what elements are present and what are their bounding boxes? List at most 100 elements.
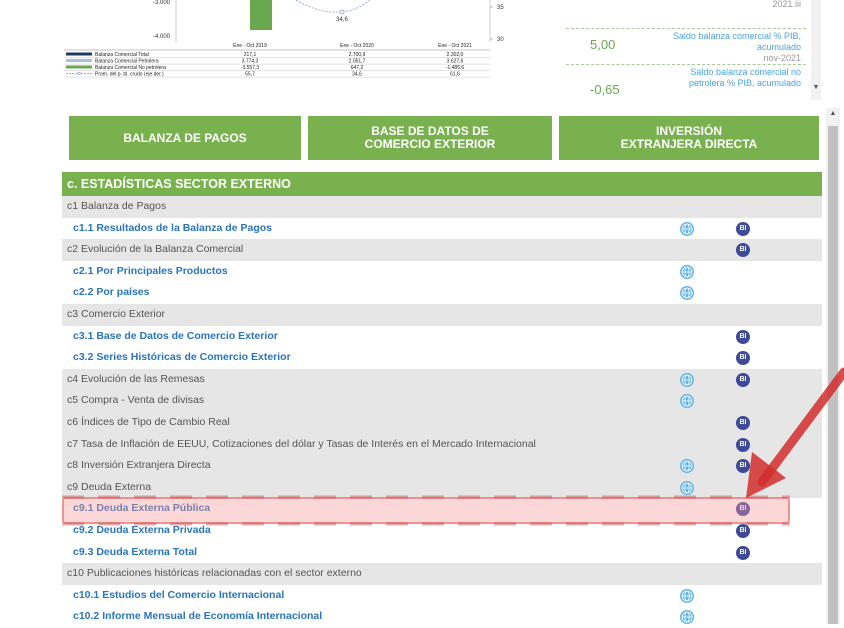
legend-entry: Balanza Comercial Total (95, 52, 149, 58)
legend-value: 3.627,6 (447, 59, 464, 65)
page-scrollbar[interactable]: ▲ (826, 108, 840, 624)
power-bi-icon[interactable]: BI (736, 221, 750, 236)
button-label-line: INVERSIÓN (655, 124, 722, 138)
legend-value: 2.302,0 (447, 52, 464, 58)
section-label: c8 Inversión Extranjera Directa (67, 459, 211, 472)
power-bi-icon[interactable]: BI (736, 372, 750, 387)
base-datos-comercio-exterior-button[interactable]: BASE DE DATOS DE COMERCIO EXTERIOR (308, 116, 552, 160)
link-label[interactable]: c9.2 Deuda Externa Privada (73, 524, 211, 536)
page-scrollbar-thumb[interactable] (828, 126, 838, 624)
link-label[interactable]: c2.1 Por Principales Productos (73, 265, 228, 277)
link-label[interactable]: c10.2 Informe Mensual de Economía Intern… (73, 610, 322, 622)
indicator-row: 5,00 Saldo balanza comercial % PIB, acumul… (566, 28, 806, 63)
globe-icon[interactable] (680, 372, 694, 387)
section-row: c3 Comercio Exterior (62, 303, 822, 326)
power-bi-icon[interactable]: BI (736, 437, 750, 452)
trade-balance-chart: -3.000 -4.000 35 30 34,6 Ene - Oct 2019 Ene - … (64, 0, 504, 78)
legend-value: 61,6 (450, 72, 460, 78)
section-row: c4 Evolución de las Remesas BI (62, 368, 822, 391)
balanza-de-pagos-button[interactable]: BALANZA DE PAGOS (69, 116, 301, 160)
section-label: c1 Balanza de Pagos (67, 200, 167, 212)
globe-icon[interactable] (680, 459, 694, 474)
legend-value: -3.557,3 (241, 65, 260, 71)
crude-price-point (339, 9, 345, 15)
button-label: BALANZA DE PAGOS (123, 130, 247, 145)
link-label[interactable]: c2.2 Por países (73, 286, 149, 298)
indicator-label-line: Saldo balanza comercial no (690, 67, 801, 77)
section-label: c2 Evolución de la Balanza Comercial (67, 243, 244, 256)
power-bi-icon[interactable]: BI (736, 415, 750, 430)
indicator-date: 2021.iii (772, 0, 801, 9)
legend-value: 647,2 (351, 65, 364, 71)
scroll-down-arrow-icon[interactable]: ▼ (811, 84, 821, 91)
globe-icon[interactable] (680, 286, 694, 301)
link-label[interactable]: c3.1 Base de Datos de Comercio Exterior (73, 330, 278, 342)
section-label: c5 Compra - Venta de divisas (67, 394, 205, 407)
category-label: Ene - Oct 2020 (340, 43, 374, 49)
section-label: c3 Comercio Exterior (67, 307, 166, 320)
globe-icon[interactable] (680, 480, 694, 495)
link-label[interactable]: c9.3 Deuda Externa Total (73, 546, 197, 558)
link-row[interactable]: c9.3 Deuda Externa Total BI (62, 541, 822, 564)
legend-swatch-marker (77, 71, 81, 76)
section-row: c10 Publicaciones históricas relacionada… (62, 563, 822, 585)
link-row[interactable]: c10.2 Informe Mensual de Economía Intern… (62, 606, 822, 628)
power-bi-icon[interactable]: BI (736, 243, 750, 258)
power-bi-icon[interactable]: BI (736, 545, 750, 560)
inversion-extranjera-directa-button[interactable]: INVERSIÓN EXTRANJERA DIRECTA (559, 116, 819, 160)
link-row[interactable]: c3.2 Series Históricas de Comercio Exter… (62, 347, 822, 369)
highlight-box (62, 497, 790, 524)
link-row[interactable]: c10.1 Estudios del Comercio Internaciona… (62, 584, 822, 607)
globe-icon[interactable] (680, 221, 694, 236)
section-label: c7 Tasa de Inflación de EEUU, Cotizacion… (67, 437, 536, 450)
link-label[interactable]: c1.1 Resultados de la Balanza de Pagos (73, 222, 272, 234)
link-label[interactable]: c10.1 Estudios del Comercio Internaciona… (73, 589, 284, 601)
indicator-row: -0,65 Saldo balanza comercial no petrolera… (566, 64, 806, 99)
power-bi-icon[interactable]: BI (736, 351, 750, 366)
section-row: c5 Compra - Venta de divisas (62, 390, 822, 412)
button-label-line: BASE DE DATOS DE (371, 124, 489, 138)
legend-entry: Balanza Comercial No petrolera (95, 65, 166, 71)
indicator-panel-scrollbar[interactable]: ▼ (811, 0, 821, 100)
crude-price-label: 34,6 (336, 17, 348, 23)
power-bi-icon[interactable]: BI (736, 459, 750, 474)
globe-icon[interactable] (680, 610, 694, 625)
legend-entry: Prom. del p. bl. crudo (eje der.) (95, 72, 164, 78)
section-row: c1 Balanza de Pagos (62, 196, 822, 218)
globe-icon[interactable] (680, 394, 694, 409)
link-row[interactable]: c1.1 Resultados de la Balanza de Pagos BI (62, 217, 822, 240)
link-row[interactable]: c2.2 Por países (62, 282, 822, 304)
scroll-up-arrow-icon[interactable]: ▲ (826, 110, 840, 117)
legend-value: 55,7 (245, 72, 255, 78)
globe-icon[interactable] (680, 588, 694, 603)
button-label-line: COMERCIO EXTERIOR (364, 137, 496, 151)
legend-swatch (66, 59, 92, 62)
indicator-panel: 2021.iii 5,00 Saldo balanza comercial % PI… (566, 0, 806, 100)
link-row[interactable]: c3.1 Base de Datos de Comercio Exterior B… (62, 325, 822, 348)
legend-value: 2.700,9 (349, 52, 366, 58)
legend-value: 34,6 (352, 72, 362, 78)
y-tick-label-left: -4.000 (153, 34, 171, 40)
legend-swatch (66, 65, 92, 69)
y-tick-label-right: 30 (497, 37, 504, 43)
section-row: c8 Inversión Extranjera Directa BI (62, 455, 822, 477)
power-bi-icon[interactable]: BI (736, 329, 750, 344)
button-label: BASE DE DATOS DE COMERCIO EXTERIOR (365, 125, 496, 151)
button-label-line: BALANZA DE PAGOS (123, 130, 247, 145)
crude-price-line (295, 0, 371, 13)
globe-icon[interactable] (680, 264, 694, 279)
section-label: c10 Publicaciones históricas relacionada… (67, 567, 362, 580)
link-row[interactable]: c2.1 Por Principales Productos (62, 260, 822, 283)
section-row: c6 Índices de Tipo de Cambio Real BI (62, 411, 822, 434)
section-row: c7 Tasa de Inflación de EEUU, Cotizacion… (62, 433, 822, 456)
trade-balance-chart-region: -3.000 -4.000 35 30 34,6 Ene - Oct 2019 Ene - … (0, 0, 844, 100)
indicator-value: -0,65 (590, 82, 620, 97)
category-label: Ene - Oct 2019 (233, 43, 267, 49)
power-bi-icon[interactable]: BI (736, 523, 750, 538)
link-label[interactable]: c3.2 Series Históricas de Comercio Exter… (73, 351, 291, 363)
legend-value: 217,1 (244, 52, 257, 58)
section-label: c4 Evolución de las Remesas (67, 372, 205, 385)
legend-entry: Balanza Comercial Petrolera (95, 59, 159, 65)
external-sector-stats-table: c. ESTADÍSTICAS SECTOR EXTERNO c1 Balanz… (62, 172, 822, 628)
y-tick-label-right: 35 (497, 5, 504, 11)
